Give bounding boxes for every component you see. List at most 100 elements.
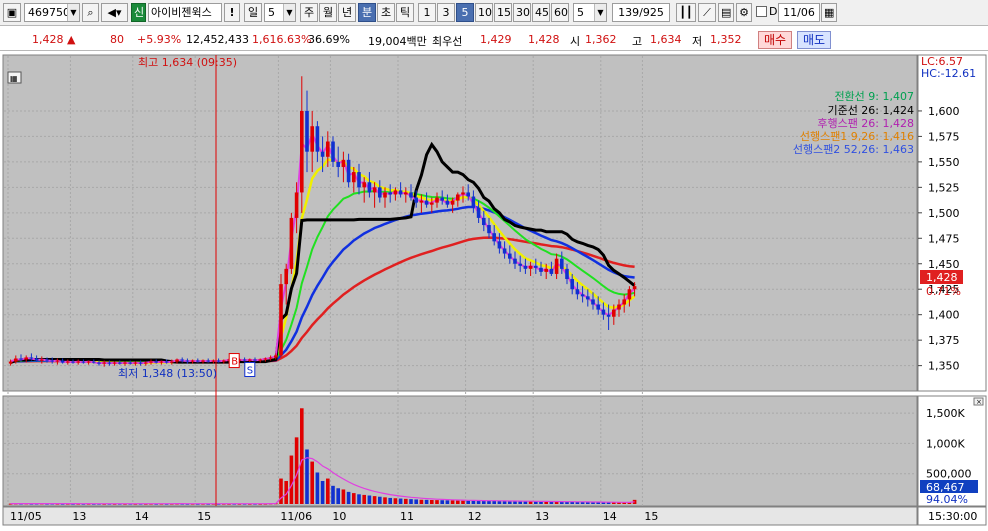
candle-body	[539, 267, 543, 272]
candle-body	[601, 309, 606, 315]
candle-body	[331, 141, 335, 162]
price-tick-label: 1,550	[928, 156, 960, 169]
candle-body	[398, 190, 403, 195]
candle-body	[627, 289, 632, 300]
volume-bar	[289, 455, 294, 504]
candle-body	[170, 361, 174, 363]
speaker-icon[interactable]: ◀▾	[101, 3, 128, 22]
candle-body	[435, 197, 439, 203]
period-second-button[interactable]: 초	[377, 3, 395, 22]
volume-bar	[471, 500, 476, 504]
period-num-select[interactable]: 5 ▼	[264, 3, 296, 22]
candle-body	[404, 192, 408, 195]
interval-30-button[interactable]: 30	[513, 3, 531, 22]
volume-bar	[440, 500, 444, 504]
legend-conversion: 전환선 9: 1,407	[834, 90, 914, 103]
volume-bar	[326, 478, 330, 504]
candle-body	[107, 362, 112, 364]
stock-chart[interactable]: BS 1,3501,3751,4001,4251,4501,4751,5001,…	[0, 52, 988, 528]
sell-marker-label: S	[247, 365, 253, 376]
candle-body	[544, 268, 548, 272]
date-field[interactable]: 11/06	[778, 3, 820, 22]
stock-code-select[interactable]: 469750 ▼	[24, 3, 80, 22]
candle-body	[461, 192, 465, 195]
chart-area[interactable]: BS 1,350 1,375 1,400 1,425 1,450 1,475 1,500 1,…	[0, 52, 988, 528]
candle-icon[interactable]: ┃┃	[676, 3, 696, 22]
current-price: 1,428	[32, 33, 64, 46]
window-icon[interactable]: ▣	[3, 3, 21, 22]
turnover-rate: 36.69%	[308, 33, 350, 46]
volume-bar	[482, 500, 486, 504]
ask-price: 1,429	[480, 33, 512, 46]
candle-body	[487, 225, 491, 234]
volume-bar	[450, 500, 455, 504]
candle-body	[580, 294, 585, 297]
period-week-button[interactable]: 주	[300, 3, 318, 22]
candle-body	[419, 200, 424, 203]
best-quote-label: 최우선	[432, 35, 463, 48]
candle-body	[159, 361, 164, 363]
volume-bar	[518, 501, 522, 504]
save-icon[interactable]: ▤	[718, 3, 734, 22]
price-tick-label: 1,450	[928, 258, 960, 271]
volume-tick-label: 1,000K	[926, 437, 965, 450]
volume-bar	[388, 497, 392, 504]
volume-bar	[300, 408, 304, 504]
candle-body	[81, 361, 86, 363]
candle-body	[471, 196, 476, 208]
candle-body	[206, 360, 210, 362]
candle-body	[60, 360, 65, 363]
candle-body	[258, 359, 262, 361]
time-tick-label: 11/06	[280, 510, 312, 523]
sell-button[interactable]: 매도	[797, 31, 831, 49]
warning-button[interactable]: !	[224, 3, 240, 22]
interval-3-button[interactable]: 3	[437, 3, 455, 22]
buy-button[interactable]: 매수	[758, 31, 792, 49]
d-label: D	[769, 5, 778, 18]
candle-body	[253, 359, 257, 361]
candle-body	[456, 194, 460, 201]
volume-bar	[424, 499, 429, 504]
volume: 12,452,433	[186, 33, 249, 46]
candle-body	[201, 360, 205, 362]
interval-15-button[interactable]: 15	[494, 3, 512, 22]
stock-code: 469750	[28, 6, 70, 19]
period-year-button[interactable]: 년	[338, 3, 356, 22]
candle-body	[185, 360, 190, 362]
period-minute-button[interactable]: 분	[358, 3, 376, 22]
stock-name: 아이비젠윅스	[148, 3, 222, 22]
candle-body	[502, 248, 507, 254]
interval-60-button[interactable]: 60	[551, 3, 569, 22]
candle-body	[352, 172, 356, 183]
interval-1-button[interactable]: 1	[418, 3, 436, 22]
time-tick-label: 12	[468, 510, 482, 523]
candle-body	[149, 361, 153, 363]
candle-body	[55, 360, 60, 362]
settings-icon[interactable]: ⚙	[736, 3, 752, 22]
candle-body	[440, 197, 444, 201]
period-day-button[interactable]: 일	[244, 3, 262, 22]
interval-10-button[interactable]: 10	[475, 3, 493, 22]
time-tick-label: 15	[644, 510, 658, 523]
calendar-icon[interactable]: ▦	[821, 3, 837, 22]
period-month-button[interactable]: 월	[319, 3, 337, 22]
volume-bar	[341, 489, 346, 504]
volume-bar	[367, 495, 372, 504]
high-price: 1,634	[650, 33, 682, 46]
d-checkbox[interactable]	[756, 6, 767, 17]
cursor-time: 15:30:00	[928, 510, 977, 523]
volume-bar	[383, 497, 387, 504]
trade-amount: 19,004백만	[368, 35, 427, 48]
interval-45-button[interactable]: 45	[532, 3, 550, 22]
candle-body	[362, 182, 366, 188]
candle-body	[164, 361, 169, 363]
search-icon[interactable]: ⌕	[82, 3, 99, 22]
candle-body	[196, 360, 200, 362]
trend-line-icon[interactable]: ⟋	[698, 3, 716, 22]
candle-body	[549, 268, 554, 274]
count-select[interactable]: 5 ▼	[573, 3, 607, 22]
period-tick-button[interactable]: 틱	[396, 3, 414, 22]
candle-body	[222, 360, 226, 362]
interval-5-button[interactable]: 5	[456, 3, 474, 22]
candle-body	[534, 265, 538, 268]
